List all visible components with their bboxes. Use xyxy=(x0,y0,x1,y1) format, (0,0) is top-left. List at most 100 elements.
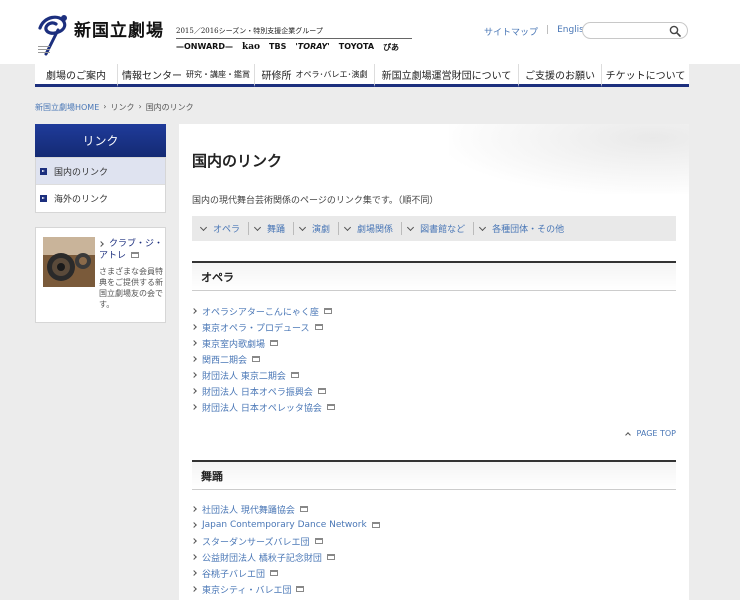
list-item[interactable]: 財団法人 日本オペレッタ協会 xyxy=(191,399,676,415)
club-photo xyxy=(43,237,95,287)
utility-separator: | xyxy=(546,25,550,35)
external-window-icon xyxy=(317,388,326,394)
nav-info-center[interactable]: 情報センター 研究・講座・鑑賞 xyxy=(117,64,254,87)
anchor-organizations[interactable]: 各種団体・その他 xyxy=(479,222,572,235)
section-heading-dance: 舞踊 xyxy=(192,460,676,490)
list-item[interactable]: 関西二期会 xyxy=(191,351,676,367)
link-list-dance: 社団法人 現代舞踊協会 Japan Contemporary Dance Net… xyxy=(191,501,676,597)
anchor-libraries[interactable]: 図書館など xyxy=(407,222,475,235)
search-box xyxy=(582,22,688,39)
nav-foundation[interactable]: 新国立劇場運営財団について xyxy=(374,64,518,87)
global-nav: 劇場のご案内 情報センター 研究・講座・鑑賞 研修所 オペラ･バレエ･演劇 新国立劇… xyxy=(35,64,689,87)
site-header: 新国立劇場 2015／2016シーズン・特別支援企業グループ —ONWARD— … xyxy=(0,0,740,64)
list-item[interactable]: 公益財団法人 橘秋子記念財団 xyxy=(191,549,676,565)
nav-support[interactable]: ご支援のお願い xyxy=(518,64,601,87)
sitemap-link[interactable]: サイトマップ xyxy=(484,25,538,38)
club-atre-banner[interactable]: クラブ・ジ・アトレ さまざまな会員特典をご提供する新国立劇場友の会です。 xyxy=(35,227,166,323)
anchor-nav: オペラ 舞踊 演劇 劇場関係 図書館など 各種団体・その他 xyxy=(192,216,676,241)
anchor-drama[interactable]: 演劇 xyxy=(298,222,340,235)
bullet-arrow-icon xyxy=(40,167,47,175)
sidebar-heading: リンク xyxy=(35,124,166,157)
list-item[interactable]: スターダンサーズバレエ団 xyxy=(191,533,676,549)
chevron-right-icon xyxy=(191,356,197,362)
list-item[interactable]: 東京室内歌劇場 xyxy=(191,335,676,351)
bullet-arrow-icon xyxy=(40,195,47,202)
breadcrumb-links[interactable]: リンク xyxy=(110,102,134,113)
chevron-right-icon xyxy=(191,570,197,576)
section-heading-opera: オペラ xyxy=(192,261,676,291)
anchor-dance[interactable]: 舞踊 xyxy=(253,222,295,235)
external-window-icon xyxy=(131,252,140,258)
external-window-icon xyxy=(371,522,380,528)
page-title: 国内のリンク xyxy=(192,152,283,170)
sponsor-tbs: TBS xyxy=(269,42,287,51)
chevron-right-icon xyxy=(191,506,197,512)
theatre-logo-icon[interactable] xyxy=(34,10,74,58)
external-window-icon xyxy=(252,356,261,362)
chevron-right-icon xyxy=(191,340,197,346)
chevron-right-icon xyxy=(191,554,197,560)
chevron-right-icon xyxy=(191,324,197,330)
chevron-down-icon xyxy=(199,223,208,231)
external-window-icon xyxy=(326,404,335,410)
nav-training[interactable]: 研修所 オペラ･バレエ･演劇 xyxy=(254,64,374,87)
sponsor-toyota: TOYOTA xyxy=(338,42,375,51)
breadcrumb-current: 国内のリンク xyxy=(145,103,194,112)
anchor-opera[interactable]: オペラ xyxy=(199,222,250,235)
list-item[interactable]: オペラシアターこんにゃく座 xyxy=(191,303,676,319)
intro-text: 国内の現代舞台芸術関係のページのリンク集です。（順不同） xyxy=(192,196,439,206)
chevron-right-icon xyxy=(191,586,197,592)
chevron-right-icon xyxy=(191,308,197,314)
breadcrumb-separator: › xyxy=(103,102,107,111)
external-window-icon xyxy=(326,554,335,560)
search-input[interactable] xyxy=(589,23,673,38)
list-item[interactable]: 社団法人 現代舞踊協会 xyxy=(191,501,676,517)
utility-links: サイトマップ | English xyxy=(484,25,590,38)
list-item[interactable]: 財団法人 日本オペラ振興会 xyxy=(191,383,676,399)
nav-tickets[interactable]: チケットについて xyxy=(601,64,689,87)
external-window-icon xyxy=(290,372,299,378)
external-window-icon xyxy=(314,324,323,330)
club-title[interactable]: クラブ・ジ・アトレ xyxy=(98,238,163,262)
page-top-link[interactable]: PAGE TOP xyxy=(624,429,676,438)
main-content: 国内のリンク 国内の現代舞台芸術関係のページのリンク集です。（順不同） オペラ … xyxy=(179,124,689,600)
list-item[interactable]: Japan Contemporary Dance Network xyxy=(191,517,676,533)
chevron-down-icon xyxy=(407,223,415,231)
sponsor-caption: 2015／2016シーズン・特別支援企業グループ xyxy=(176,26,412,39)
external-window-icon xyxy=(299,506,308,512)
nav-theatre-guide[interactable]: 劇場のご案内 xyxy=(35,64,117,87)
external-window-icon xyxy=(270,340,279,346)
external-window-icon xyxy=(270,570,279,576)
chevron-right-icon xyxy=(191,538,197,544)
external-window-icon xyxy=(296,586,305,592)
chevron-down-icon xyxy=(298,223,307,231)
search-icon[interactable] xyxy=(669,25,681,37)
sponsor-onward: —ONWARD— xyxy=(176,42,233,51)
external-window-icon xyxy=(323,308,332,314)
sponsor-kao: kao xyxy=(241,42,261,52)
list-item[interactable]: 東京オペラ・プロデュース xyxy=(191,319,676,335)
sidebar-item-overseas[interactable]: 海外のリンク xyxy=(36,185,165,212)
link-list-opera: オペラシアターこんにゃく座 東京オペラ・プロデュース 東京室内歌劇場 関西二期会… xyxy=(191,303,676,415)
site-title[interactable]: 新国立劇場 xyxy=(74,16,164,41)
breadcrumb-separator: › xyxy=(138,102,142,111)
sidebar-item-domestic[interactable]: 国内のリンク xyxy=(36,158,165,185)
sponsor-logos: —ONWARD— kao TBS 'TORAY' TOYOTA ぴあ xyxy=(176,42,399,53)
breadcrumb-home[interactable]: 新国立劇場HOME xyxy=(35,102,99,113)
external-window-icon xyxy=(314,538,323,544)
chevron-down-icon xyxy=(253,223,262,231)
list-item[interactable]: 東京シティ・バレエ団 xyxy=(191,581,676,597)
list-item[interactable]: 谷桃子バレエ団 xyxy=(191,565,676,581)
breadcrumb: 新国立劇場HOME › リンク › 国内のリンク xyxy=(35,102,194,113)
chevron-right-icon xyxy=(191,372,197,378)
chevron-down-icon xyxy=(344,223,352,231)
club-description: さまざまな会員特典をご提供する新国立劇場友の会です。 xyxy=(99,267,163,309)
chevron-up-icon xyxy=(624,431,631,438)
chevron-right-icon xyxy=(191,522,197,528)
anchor-theatres[interactable]: 劇場関係 xyxy=(344,222,403,235)
sidebar-menu: 国内のリンク 海外のリンク xyxy=(35,157,166,213)
sponsor-toray: 'TORAY' xyxy=(295,42,330,51)
chevron-right-icon xyxy=(191,404,197,410)
list-item[interactable]: 財団法人 東京二期会 xyxy=(191,367,676,383)
chevron-right-icon xyxy=(191,388,197,394)
